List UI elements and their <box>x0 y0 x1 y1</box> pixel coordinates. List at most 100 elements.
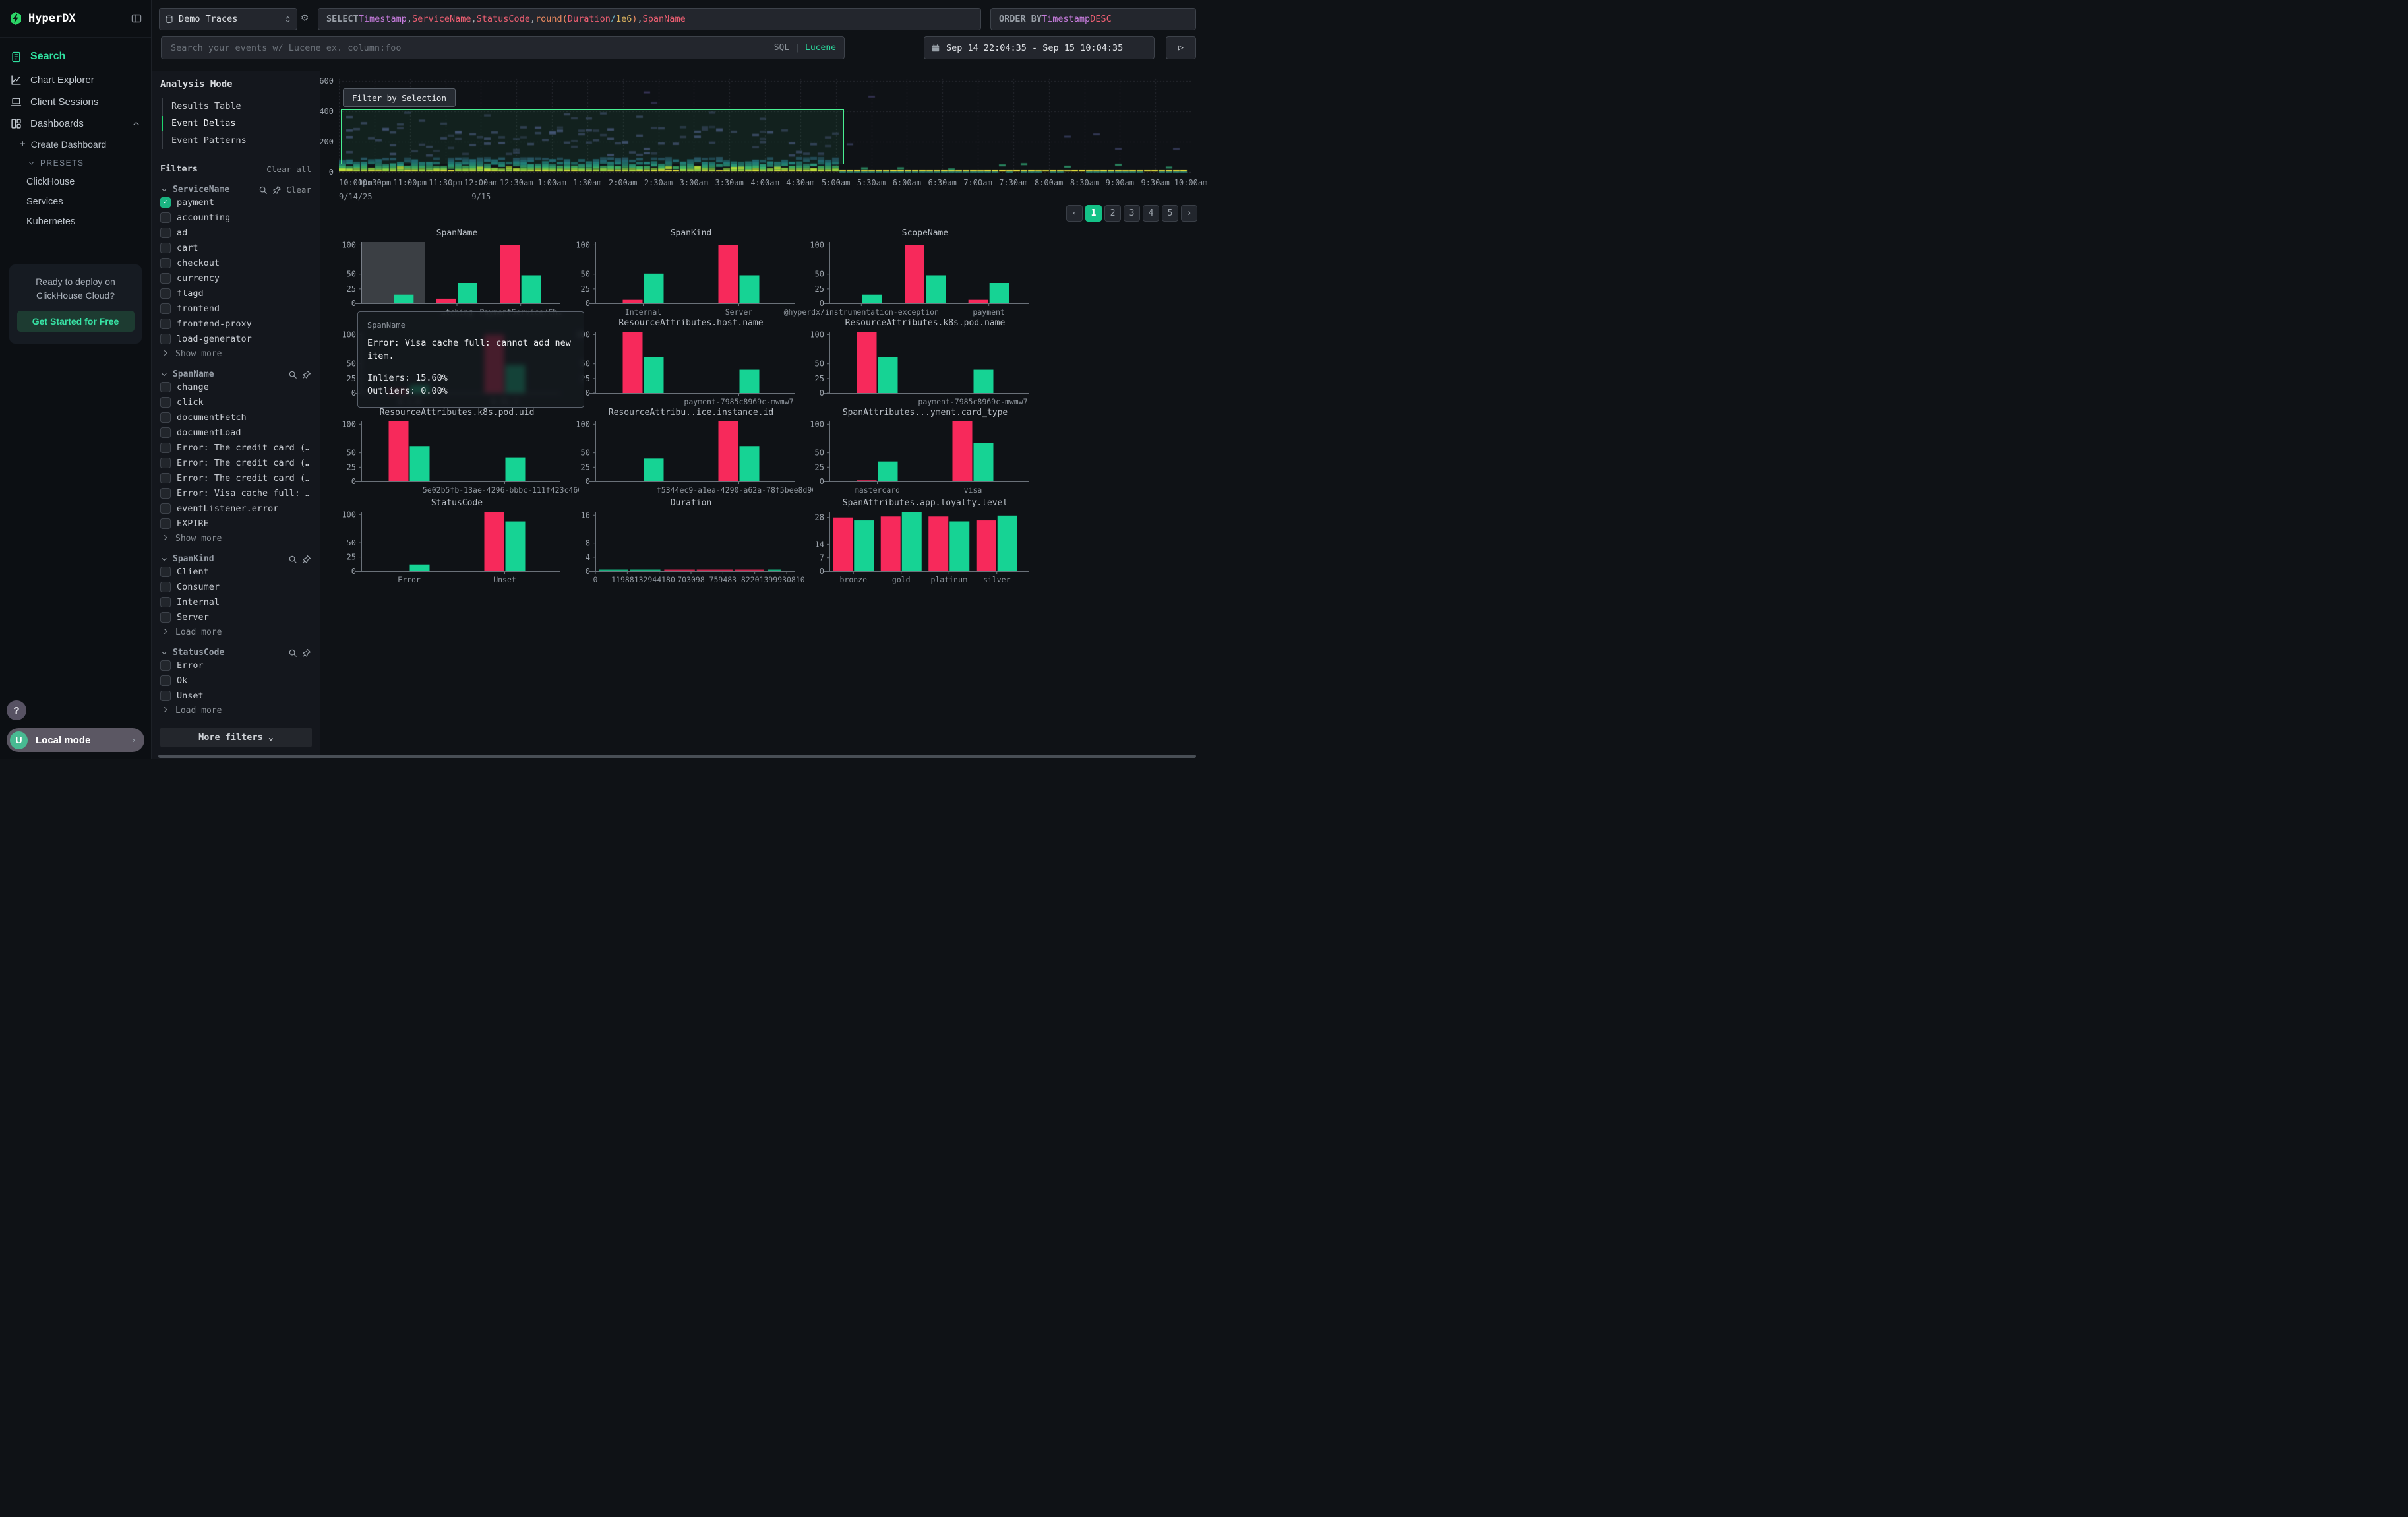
filter-checkbox-row[interactable]: ad <box>160 225 311 240</box>
sidebar-item-clickhouse[interactable]: ClickHouse <box>0 172 151 192</box>
bar-inlier[interactable] <box>740 275 760 303</box>
filter-checkbox-row[interactable]: Server <box>160 609 311 625</box>
pagination-next-button[interactable]: › <box>1181 205 1197 222</box>
filter-checkbox-row[interactable]: Consumer <box>160 579 311 594</box>
bar-outlier[interactable] <box>953 421 973 481</box>
bar-inlier[interactable] <box>878 462 898 481</box>
checkbox-checked[interactable]: ✓ <box>160 197 171 208</box>
filter-checkbox-row[interactable]: change <box>160 379 311 394</box>
filter-checkbox-row[interactable]: frontend <box>160 301 311 316</box>
source-select[interactable]: Demo Traces <box>159 8 297 30</box>
bar-inlier[interactable] <box>644 357 664 393</box>
sidebar-item-chart-explorer[interactable]: Chart Explorer <box>0 69 151 91</box>
checkbox[interactable] <box>160 582 171 592</box>
run-query-button[interactable]: ▷ <box>1166 36 1196 59</box>
sql-mode-button[interactable]: SQL <box>774 43 789 53</box>
checkbox[interactable] <box>160 243 171 253</box>
checkbox[interactable] <box>160 382 171 392</box>
filter-checkbox-row[interactable]: documentFetch <box>160 410 311 425</box>
bar-inlier[interactable] <box>410 446 430 481</box>
search-icon[interactable] <box>288 555 297 564</box>
pagination-prev-button[interactable]: ‹ <box>1066 205 1083 222</box>
bar-outlier[interactable] <box>857 332 877 393</box>
filter-checkbox-row[interactable]: Error <box>160 658 311 673</box>
checkbox[interactable] <box>160 273 171 284</box>
bar-inlier[interactable] <box>394 295 413 303</box>
bar-inlier[interactable] <box>506 458 526 481</box>
filter-group-header[interactable]: SpanKind <box>160 554 311 564</box>
pin-icon[interactable] <box>272 185 282 195</box>
bar-outlier[interactable] <box>881 516 901 571</box>
filter-checkbox-row[interactable]: accounting <box>160 210 311 225</box>
gear-icon[interactable]: ⚙ <box>301 11 308 24</box>
checkbox[interactable] <box>160 212 171 223</box>
filter-checkbox-row[interactable]: eventListener.error <box>160 501 311 516</box>
pagination-page-4[interactable]: 4 <box>1143 205 1159 222</box>
checkbox[interactable] <box>160 612 171 623</box>
filter-checkbox-row[interactable]: flagd <box>160 286 311 301</box>
checkbox[interactable] <box>160 427 171 438</box>
pagination-page-3[interactable]: 3 <box>1124 205 1140 222</box>
bar-outlier[interactable] <box>500 245 520 303</box>
checkbox[interactable] <box>160 567 171 577</box>
checkbox[interactable] <box>160 473 171 483</box>
sidebar-item-search[interactable]: Search <box>0 44 151 69</box>
bar-inlier[interactable] <box>506 522 526 571</box>
bar-inlier[interactable] <box>974 370 994 393</box>
filter-checkbox-row[interactable]: documentLoad <box>160 425 311 440</box>
filter-group-header[interactable]: StatusCode <box>160 648 311 658</box>
pin-icon[interactable] <box>302 370 311 379</box>
checkbox[interactable] <box>160 660 171 671</box>
bar-inlier[interactable] <box>854 520 874 571</box>
checkbox[interactable] <box>160 334 171 344</box>
search-icon[interactable] <box>258 185 268 195</box>
pagination-page-5[interactable]: 5 <box>1162 205 1178 222</box>
clear-filter-button[interactable]: Clear <box>286 185 311 195</box>
checkbox[interactable] <box>160 288 171 299</box>
bar-inlier[interactable] <box>926 275 946 303</box>
checkbox[interactable] <box>160 397 171 408</box>
filter-checkbox-row[interactable]: Internal <box>160 594 311 609</box>
user-menu[interactable]: U Local mode › <box>7 728 144 752</box>
checkbox[interactable] <box>160 458 171 468</box>
sidebar-item-kubernetes[interactable]: Kubernetes <box>0 212 151 232</box>
bar-outlier[interactable] <box>905 245 924 303</box>
filter-checkbox-row[interactable]: cart <box>160 240 311 255</box>
get-started-button[interactable]: Get Started for Free <box>17 311 135 332</box>
checkbox[interactable] <box>160 488 171 499</box>
filter-checkbox-row[interactable]: load-generator <box>160 331 311 346</box>
filter-checkbox-row[interactable]: EXPIRE <box>160 516 311 531</box>
bar-inlier[interactable] <box>458 283 477 303</box>
analysis-mode-results-table[interactable]: Results Table <box>163 98 311 115</box>
collapse-sidebar-icon[interactable] <box>131 13 142 24</box>
horizontal-scrollbar[interactable] <box>158 755 1196 758</box>
filter-checkbox-row[interactable]: frontend-proxy <box>160 316 311 331</box>
bar-inlier[interactable] <box>998 516 1017 571</box>
filter-checkbox-row[interactable]: ✓payment <box>160 195 311 210</box>
bar-inlier[interactable] <box>974 443 994 481</box>
bar-outlier[interactable] <box>485 512 504 571</box>
bar-inlier[interactable] <box>990 283 1009 303</box>
checkbox[interactable] <box>160 228 171 238</box>
filter-checkbox-row[interactable]: Error: The credit card (… <box>160 455 311 470</box>
bar-outlier[interactable] <box>833 518 853 571</box>
show-more-link[interactable]: Show more <box>160 531 311 543</box>
analysis-mode-event-patterns[interactable]: Event Patterns <box>163 132 311 149</box>
bar-inlier[interactable] <box>902 512 922 571</box>
sidebar-item-dashboards[interactable]: Dashboards <box>0 113 151 135</box>
bar-inlier[interactable] <box>644 274 664 303</box>
show-more-link[interactable]: Show more <box>160 346 311 359</box>
filter-checkbox-row[interactable]: currency <box>160 270 311 286</box>
checkbox[interactable] <box>160 319 171 329</box>
pin-icon[interactable] <box>302 648 311 658</box>
bar-outlier[interactable] <box>436 299 456 303</box>
bar-outlier[interactable] <box>389 421 409 481</box>
filter-checkbox-row[interactable]: Error: The credit card (… <box>160 440 311 455</box>
checkbox[interactable] <box>160 412 171 423</box>
checkbox[interactable] <box>160 691 171 701</box>
filter-checkbox-row[interactable]: click <box>160 394 311 410</box>
bar-outlier[interactable] <box>623 332 643 393</box>
filter-checkbox-row[interactable]: Unset <box>160 688 311 703</box>
checkbox[interactable] <box>160 503 171 514</box>
bar-inlier[interactable] <box>740 370 760 393</box>
